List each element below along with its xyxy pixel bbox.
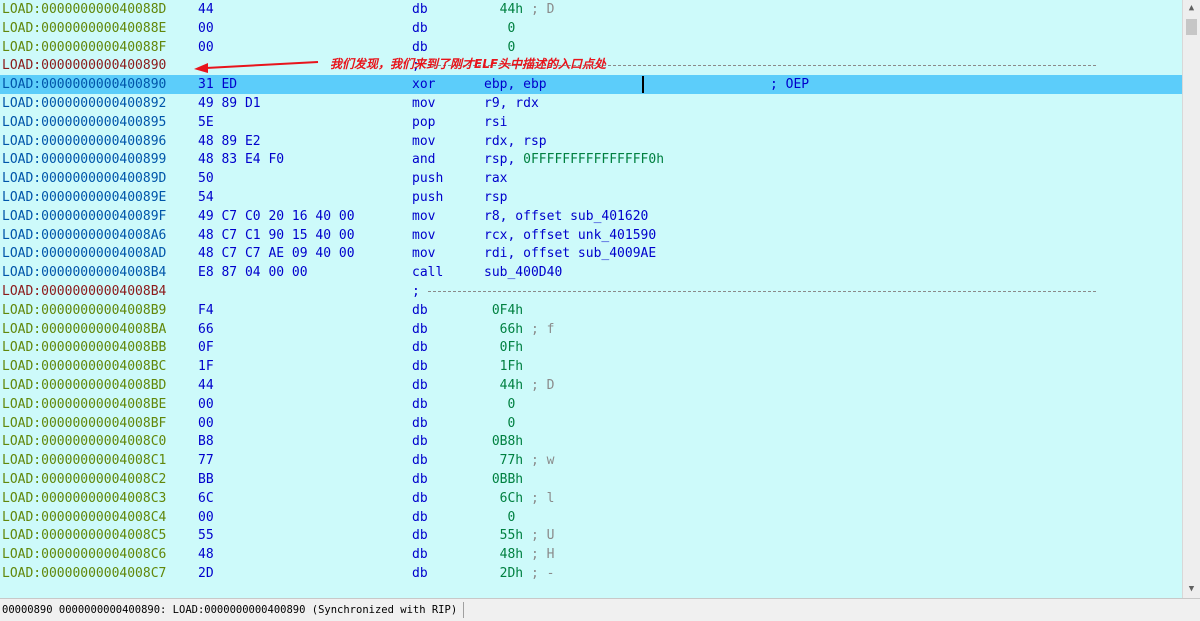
status-text: 00000890 0000000000400890: LOAD:00000000… — [2, 602, 465, 618]
scroll-thumb[interactable] — [1186, 19, 1197, 35]
scroll-down-arrow-icon[interactable]: ▼ — [1183, 581, 1200, 598]
scroll-up-arrow-icon[interactable]: ▲ — [1183, 0, 1200, 17]
status-bar: 00000890 0000000000400890: LOAD:00000000… — [0, 598, 1200, 621]
annotation-label: 我们发现，我们来到了刚才ELF头中描述的入口点处 — [330, 57, 607, 71]
vertical-scrollbar[interactable]: ▲ ▼ — [1182, 0, 1200, 598]
annotation-arrow — [194, 61, 319, 73]
